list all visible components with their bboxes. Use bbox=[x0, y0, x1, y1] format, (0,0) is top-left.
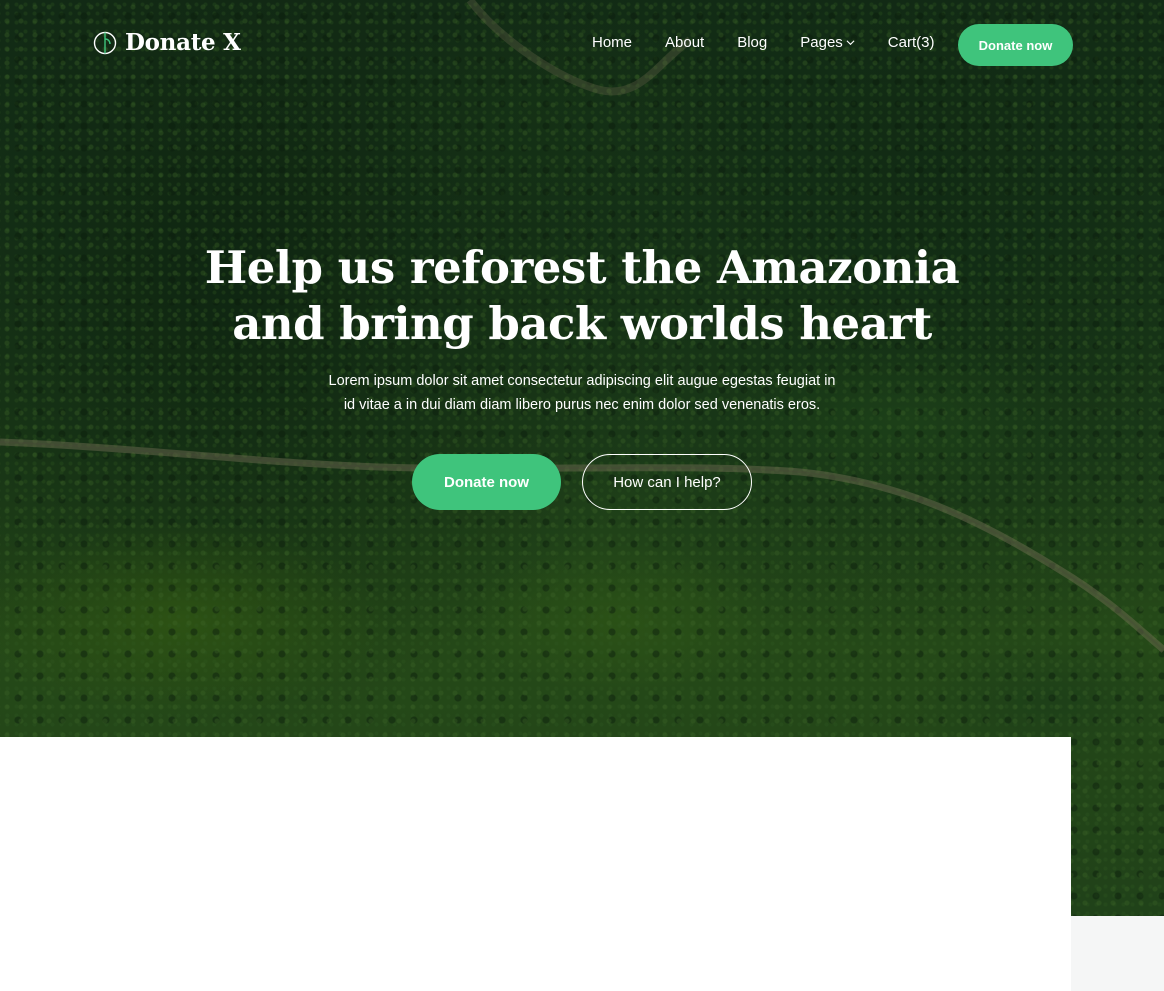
chevron-down-icon bbox=[846, 40, 855, 46]
leaf-circle-icon bbox=[93, 31, 117, 54]
nav-link-cart[interactable]: Cart(3) bbox=[888, 34, 935, 51]
nav-link-pages-label: Pages bbox=[800, 34, 843, 51]
nav-link-pages[interactable]: Pages bbox=[800, 34, 855, 51]
hero-subtitle-line-1: Lorem ipsum dolor sit amet consectetur a… bbox=[328, 373, 836, 389]
hero-subtitle: Lorem ipsum dolor sit amet consectetur a… bbox=[282, 369, 882, 417]
content-section bbox=[0, 737, 1071, 991]
page: Donate X Home About Blog Pages Cart(3) D… bbox=[0, 0, 1164, 991]
nav-link-blog[interactable]: Blog bbox=[737, 34, 767, 51]
hero-help-button[interactable]: How can I help? bbox=[582, 454, 752, 510]
nav-link-home[interactable]: Home bbox=[592, 34, 632, 51]
nav-link-about[interactable]: About bbox=[665, 34, 704, 51]
brand-logo[interactable]: Donate X bbox=[93, 29, 241, 56]
side-panel bbox=[1071, 916, 1164, 991]
nav-donate-button[interactable]: Donate now bbox=[958, 24, 1073, 66]
hero-subtitle-line-2: id vitae a in dui diam diam libero purus… bbox=[343, 397, 821, 413]
hero-title-line-2: and bring back worlds heart bbox=[232, 297, 932, 350]
hero-donate-button[interactable]: Donate now bbox=[412, 454, 561, 510]
hero-title-line-1: Help us reforest the Amazonia bbox=[204, 241, 960, 294]
main-navigation: Home About Blog Pages Cart(3) bbox=[592, 34, 934, 51]
hero-title: Help us reforest the Amazonia and bring … bbox=[130, 240, 1034, 352]
navbar: Donate X Home About Blog Pages Cart(3) D… bbox=[0, 0, 1164, 90]
brand-name: Donate X bbox=[125, 29, 241, 56]
